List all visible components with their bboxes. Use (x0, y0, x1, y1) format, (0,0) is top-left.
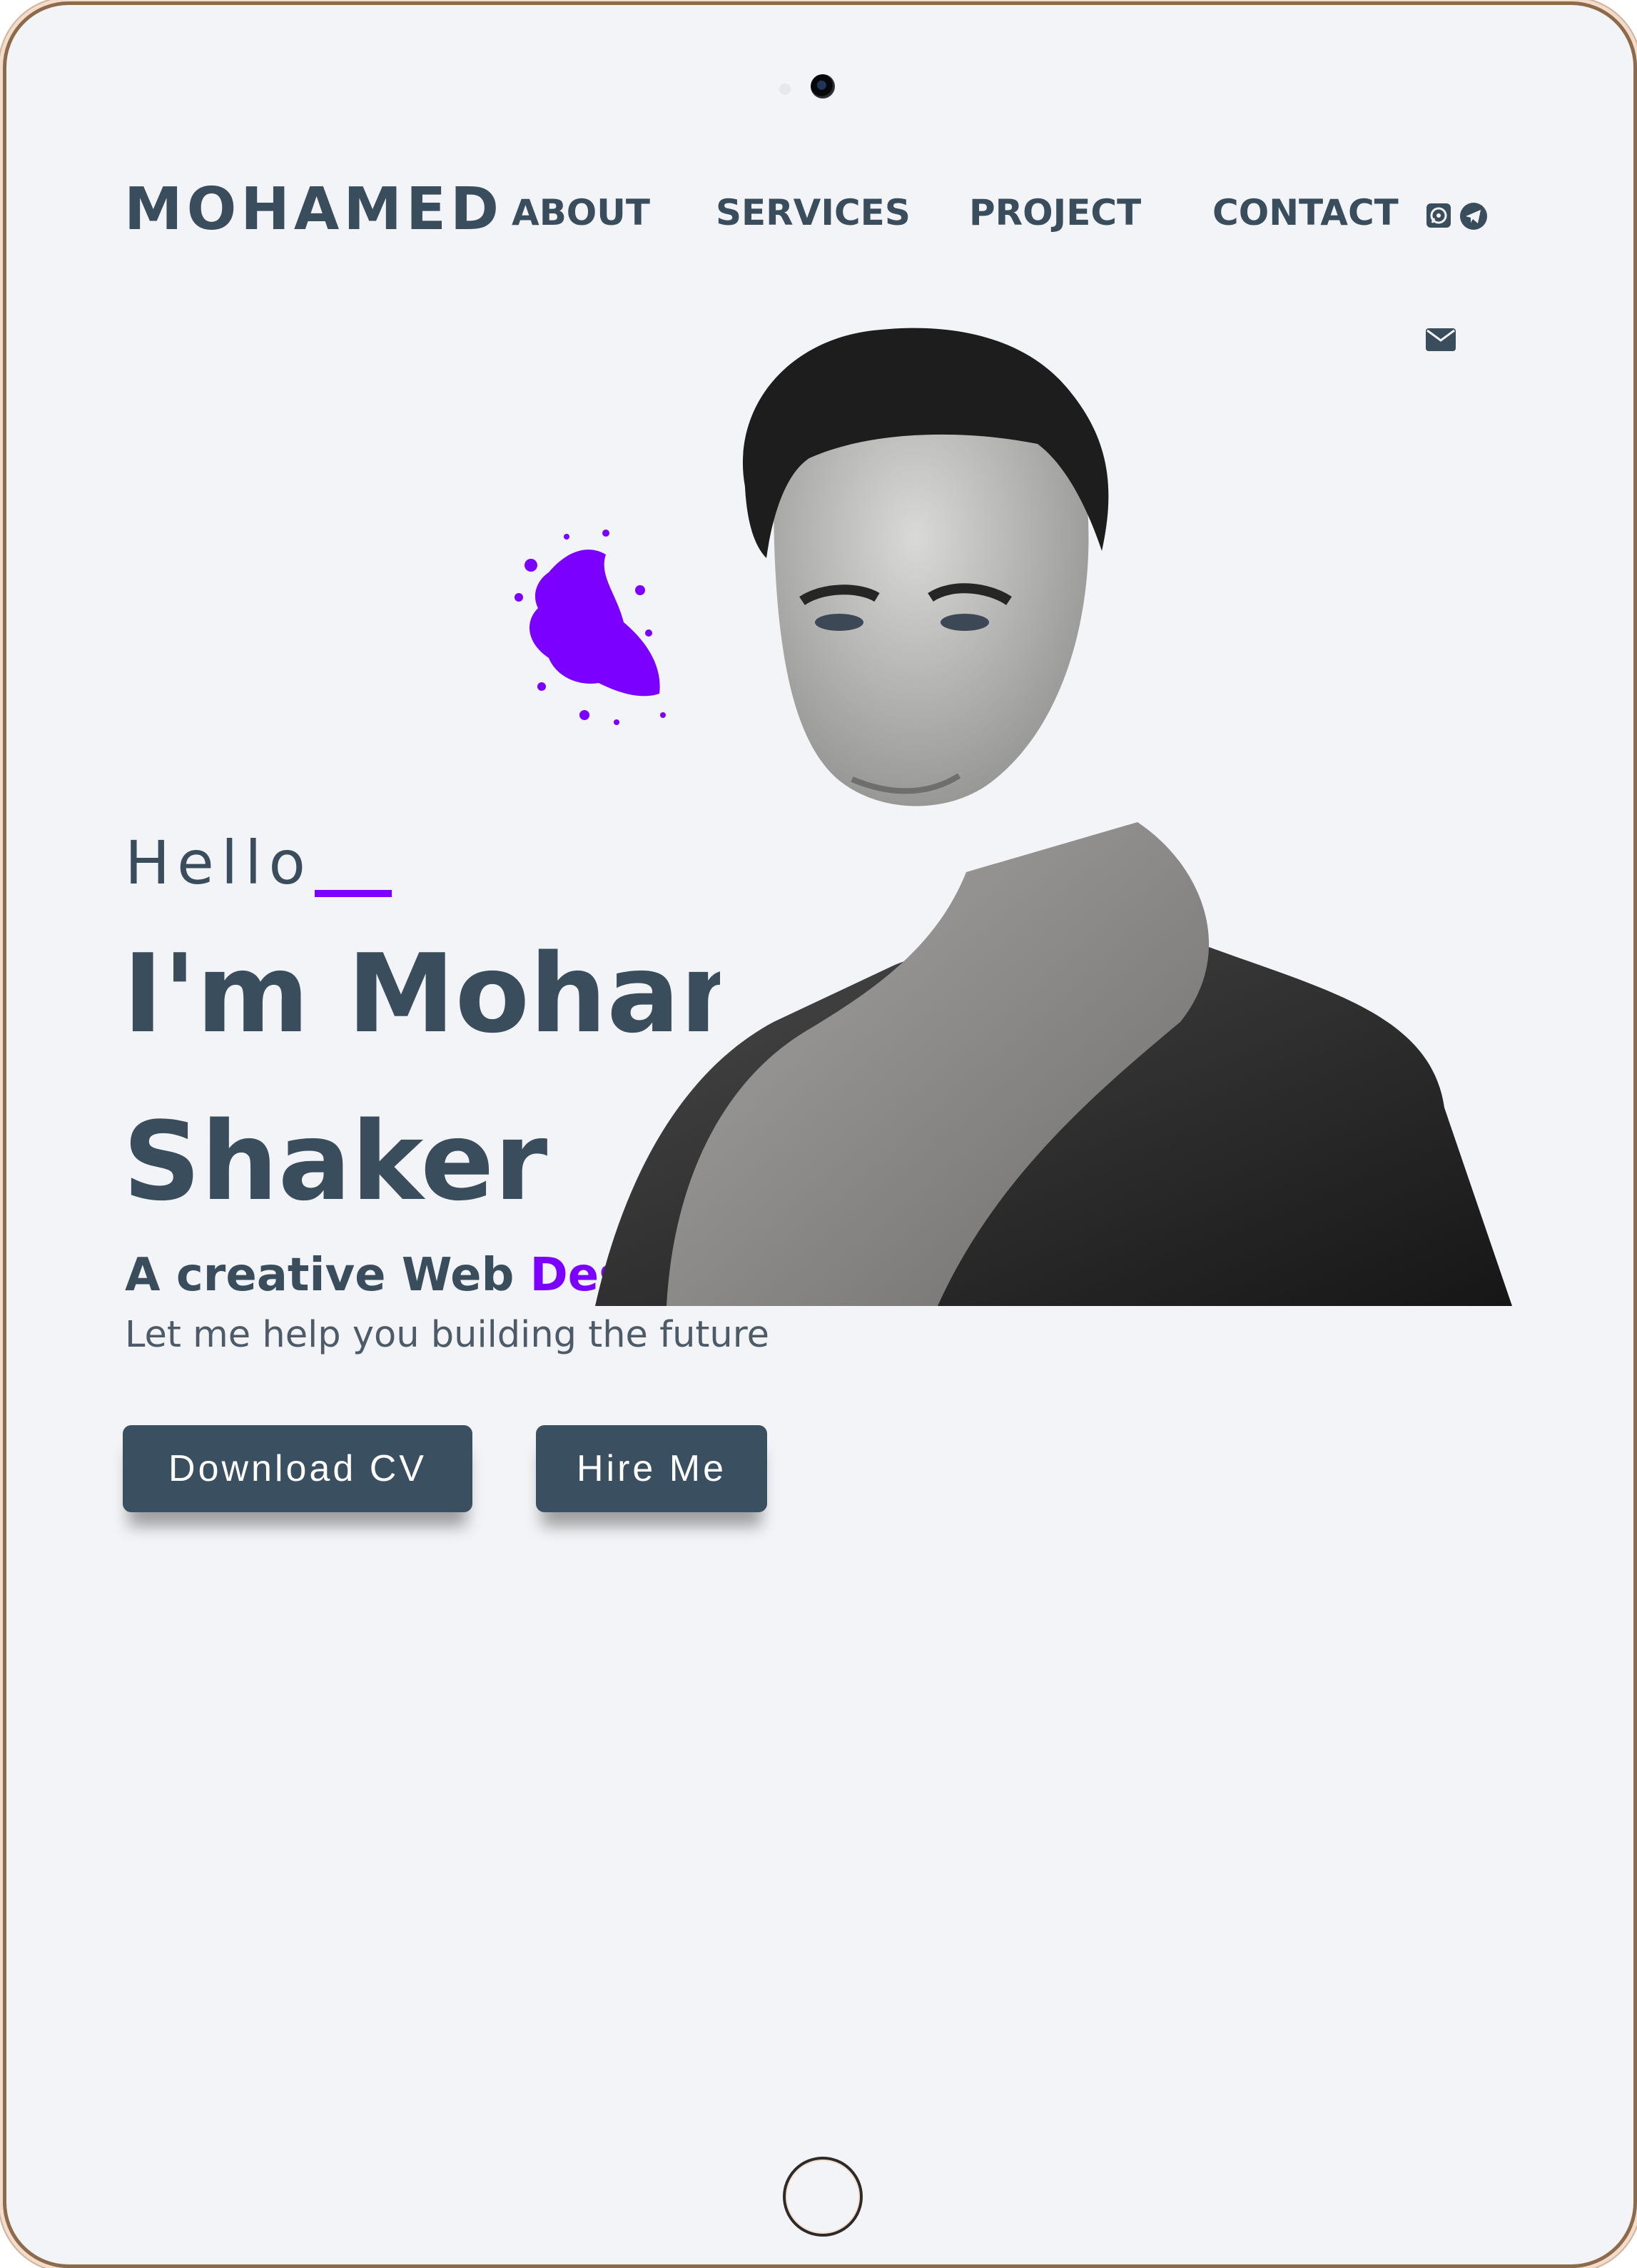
hire-me-button[interactable]: Hire Me (536, 1425, 767, 1512)
home-button[interactable] (783, 2157, 863, 2237)
sensor-dot (779, 83, 791, 95)
front-camera (811, 74, 835, 98)
download-cv-button[interactable]: Download CV (123, 1425, 472, 1512)
hero-tagline: A creative Web Designer (125, 1252, 613, 1298)
tablet-frame: MOHAMED ABOUT SERVICES PROJECT CONTACT H… (3, 1, 1637, 2268)
nav-contact[interactable]: CONTACT (1212, 195, 1399, 231)
hero-subtitle: Let me help you building the future (125, 1314, 769, 1356)
nav-services[interactable]: SERVICES (716, 195, 911, 231)
profile-photo (595, 328, 1512, 1306)
tagline-prefix: A creative Web (125, 1249, 530, 1302)
nav-project[interactable]: PROJECT (969, 195, 1141, 231)
whatsapp-icon[interactable] (1425, 202, 1452, 229)
telegram-icon[interactable] (1459, 202, 1488, 231)
